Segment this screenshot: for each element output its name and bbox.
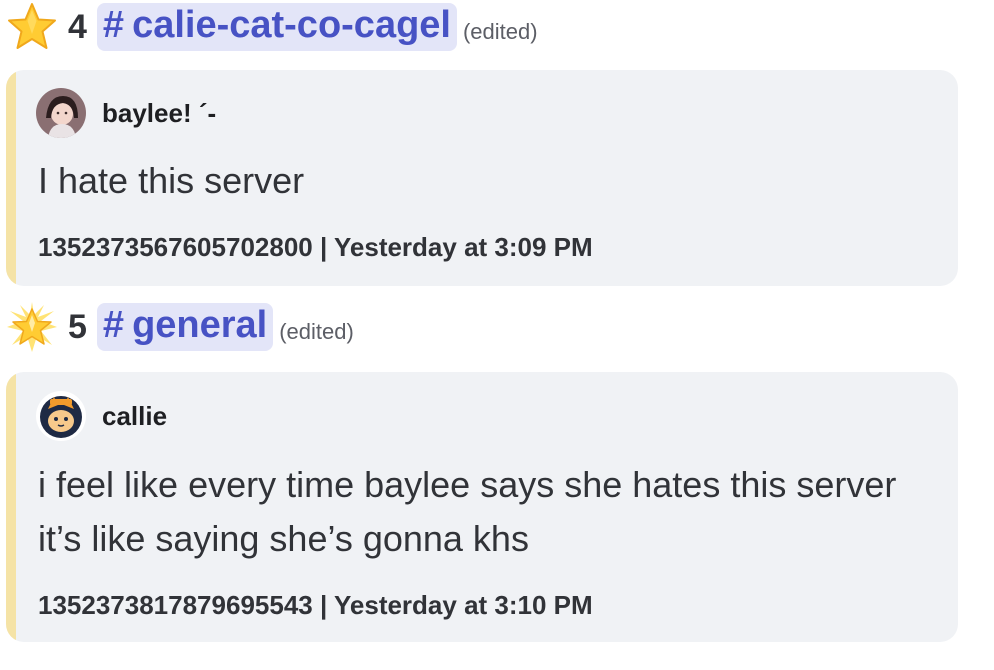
message-footer: 1352373567605702800 | Yesterday at 3:09 … xyxy=(38,232,593,262)
channel-name: calie-cat-co-cagel xyxy=(132,4,451,47)
hash-icon: # xyxy=(102,4,125,47)
edited-label: (edited) xyxy=(279,319,354,344)
star-rank: 4 xyxy=(68,8,87,46)
message-text: i feel like every time baylee says she h… xyxy=(38,464,897,559)
channel-mention[interactable]: # calie-cat-co-cagel xyxy=(96,3,457,51)
star-rank: 5 xyxy=(68,308,87,346)
starboard-entry-4-header: 4 # calie-cat-co-cagel (edited) xyxy=(6,2,538,52)
author-name[interactable]: callie xyxy=(102,401,167,432)
author-name[interactable]: baylee! ´- xyxy=(102,98,216,129)
avatar[interactable] xyxy=(36,88,86,138)
message-card: baylee! ´- I hate this server 1352373567… xyxy=(6,70,958,286)
starboard-entry-5-header: 5 # general (edited) xyxy=(6,302,354,352)
author-row: callie xyxy=(36,391,167,441)
channel-mention[interactable]: # general xyxy=(96,303,274,351)
message-footer: 1352373817879695543 | Yesterday at 3:10 … xyxy=(38,590,593,620)
star-icon xyxy=(6,1,58,53)
edited-label: (edited) xyxy=(462,19,538,44)
avatar[interactable] xyxy=(36,391,86,441)
message-card: callie i feel like every time baylee say… xyxy=(6,372,958,642)
glowing-star-icon xyxy=(6,301,58,353)
channel-name: general xyxy=(132,304,268,347)
author-row: baylee! ´- xyxy=(36,88,216,138)
message-text: I hate this server xyxy=(38,160,305,201)
hash-icon: # xyxy=(102,304,125,347)
